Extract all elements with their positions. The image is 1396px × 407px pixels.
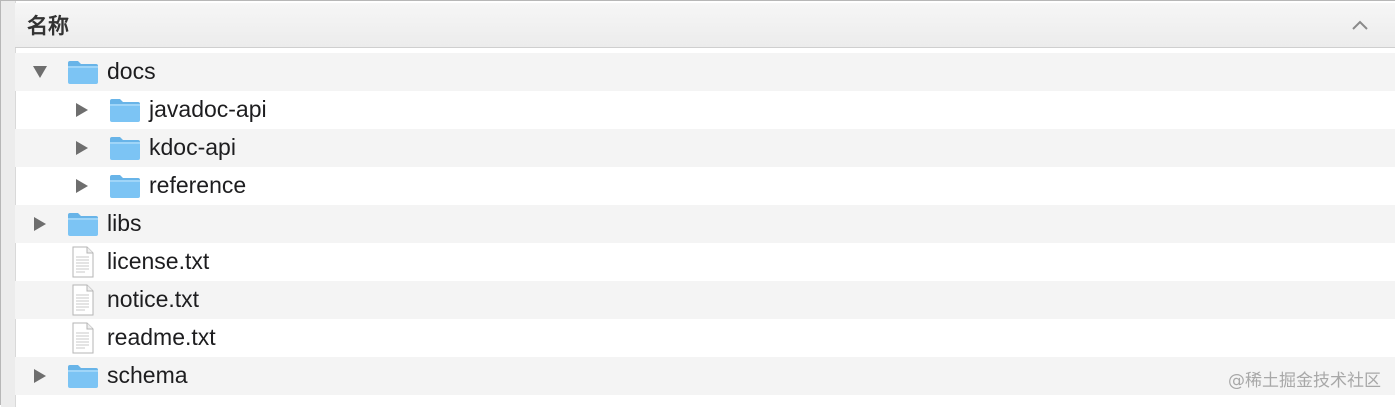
text-file-icon <box>71 246 95 284</box>
item-name: libs <box>107 210 142 236</box>
disclosure-triangle-down-icon[interactable] <box>30 62 50 82</box>
item-name: javadoc-api <box>149 96 267 122</box>
text-file-icon <box>71 284 95 322</box>
item-name: docs <box>107 58 156 84</box>
left-edge-strip <box>1 1 16 407</box>
watermark: @稀土掘金技术社区 <box>1228 371 1381 391</box>
column-header-name[interactable]: 名称 <box>15 10 69 40</box>
list-item[interactable]: kdoc-api <box>15 129 1395 167</box>
column-header[interactable]: 名称 <box>15 3 1395 48</box>
finder-list-view: 名称 docs javadoc-api kdoc-api reference l… <box>0 0 1395 407</box>
item-name: notice.txt <box>107 286 200 312</box>
disclosure-triangle-right-icon[interactable] <box>72 176 92 196</box>
item-name: kdoc-api <box>149 134 236 160</box>
sort-chevron-up-icon[interactable] <box>1345 11 1375 39</box>
list-item[interactable]: docs <box>15 53 1395 91</box>
folder-icon <box>67 363 99 395</box>
folder-icon <box>109 135 141 167</box>
disclosure-triangle-right-icon[interactable] <box>30 214 50 234</box>
folder-icon <box>67 211 99 243</box>
list-item[interactable]: reference <box>15 167 1395 205</box>
list-item[interactable]: schema <box>15 357 1395 395</box>
disclosure-triangle-right-icon[interactable] <box>30 366 50 386</box>
item-name: reference <box>149 172 247 198</box>
list-item[interactable]: javadoc-api <box>15 91 1395 129</box>
item-name: license.txt <box>107 248 210 274</box>
file-list: docs javadoc-api kdoc-api reference libs… <box>15 53 1395 395</box>
list-item[interactable]: libs <box>15 205 1395 243</box>
item-name: readme.txt <box>107 324 216 350</box>
folder-icon <box>67 59 99 91</box>
disclosure-triangle-right-icon[interactable] <box>72 138 92 158</box>
list-item[interactable]: readme.txt <box>15 319 1395 357</box>
list-item[interactable]: license.txt <box>15 243 1395 281</box>
folder-icon <box>109 173 141 205</box>
text-file-icon <box>71 322 95 360</box>
list-item[interactable]: notice.txt <box>15 281 1395 319</box>
item-name: schema <box>107 362 188 388</box>
disclosure-triangle-right-icon[interactable] <box>72 100 92 120</box>
folder-icon <box>109 97 141 129</box>
